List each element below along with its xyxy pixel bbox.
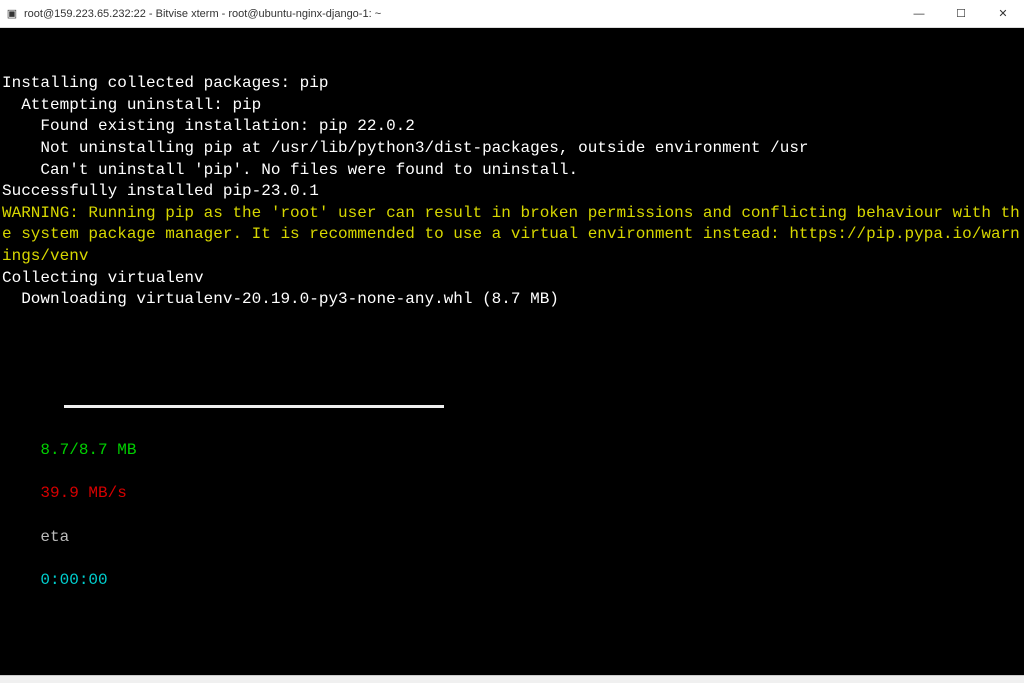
window-controls: — ☐ ✕	[898, 0, 1024, 28]
output-line: Successfully installed pip-23.0.1	[2, 181, 1020, 203]
output-line: Attempting uninstall: pip	[2, 95, 1020, 117]
output-line: Installing collected packages: pip	[2, 73, 1020, 95]
terminal-viewport[interactable]: Installing collected packages: pip Attem…	[0, 28, 1024, 675]
progress-eta-time: 0:00:00	[40, 571, 107, 589]
output-line: Collecting virtualenv	[2, 268, 1020, 290]
output-line: Downloading virtualenv-20.19.0-py3-none-…	[2, 289, 1020, 311]
close-button[interactable]: ✕	[982, 0, 1024, 28]
progress-eta-label: eta	[40, 528, 69, 546]
window-bottom-border	[0, 675, 1024, 683]
output-line: Can't uninstall 'pip'. No files were fou…	[2, 160, 1020, 182]
minimize-button[interactable]: —	[898, 0, 940, 28]
output-line: Found existing installation: pip 22.0.2	[2, 116, 1020, 138]
window-titlebar: ▣ root@159.223.65.232:22 - Bitvise xterm…	[0, 0, 1024, 28]
progress-bar-icon	[64, 405, 444, 408]
output-line: WARNING: Running pip as the 'root' user …	[2, 203, 1020, 268]
progress-line: 8.7/8.7 MB 39.9 MB/s eta 0:00:00	[2, 376, 1020, 614]
output-line: Not uninstalling pip at /usr/lib/python3…	[2, 138, 1020, 160]
progress-done-total: 8.7/8.7 MB	[40, 441, 136, 459]
app-icon: ▣	[4, 6, 20, 22]
maximize-button[interactable]: ☐	[940, 0, 982, 28]
window-title: root@159.223.65.232:22 - Bitvise xterm -…	[24, 8, 898, 20]
progress-speed: 39.9 MB/s	[40, 484, 126, 502]
